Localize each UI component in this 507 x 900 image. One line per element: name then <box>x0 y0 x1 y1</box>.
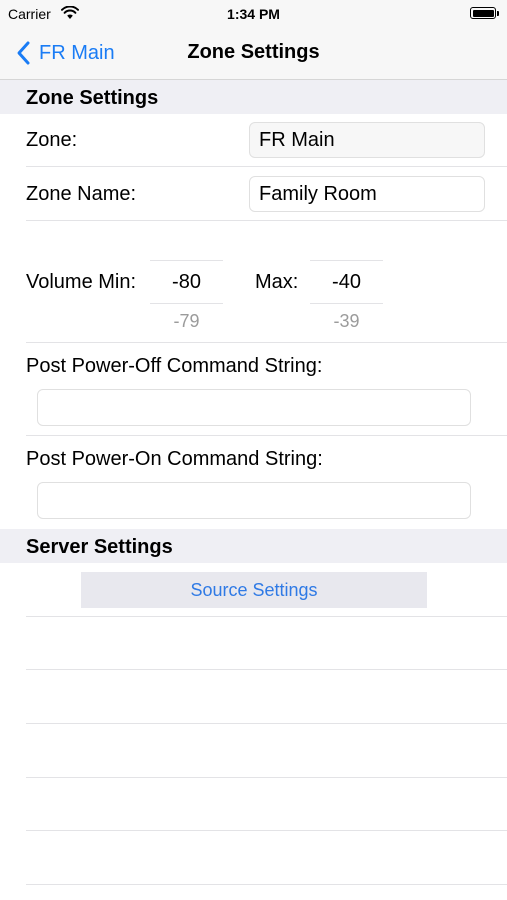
source-settings-button[interactable]: Source Settings <box>81 572 427 608</box>
post-power-on-label: Post Power-On Command String: <box>26 448 323 470</box>
battery-icon <box>470 7 496 19</box>
section-title: Zone Settings <box>26 87 159 109</box>
row-separator <box>26 166 507 167</box>
volume-max-hint: -39 <box>333 311 360 331</box>
row-separator <box>26 435 507 436</box>
post-power-off-label: Post Power-Off Command String: <box>26 355 323 377</box>
status-time: 1:34 PM <box>227 6 280 22</box>
row-separator <box>26 616 507 617</box>
row-separator <box>26 220 507 221</box>
zone-name-field[interactable]: Family Room <box>249 176 485 212</box>
zone-label: Zone: <box>26 129 78 151</box>
volume-min-input[interactable]: -80 <box>150 260 223 304</box>
row-separator <box>26 777 507 778</box>
row-separator <box>26 669 507 670</box>
battery-tip <box>497 11 499 16</box>
row-separator <box>26 342 507 343</box>
section-title: Server Settings <box>26 536 173 558</box>
row-separator <box>26 830 507 831</box>
page-title: Zone Settings <box>187 41 320 63</box>
volume-max-input[interactable]: -40 <box>310 260 383 304</box>
row-separator <box>26 723 507 724</box>
zone-name-label: Zone Name: <box>26 183 137 205</box>
zone-field[interactable]: FR Main <box>249 122 485 158</box>
row-separator <box>26 884 507 885</box>
post-power-on-field[interactable] <box>37 482 471 519</box>
volume-min-hint: -79 <box>173 311 200 331</box>
zone-settings-header: Zone Settings <box>0 80 507 114</box>
post-power-off-field[interactable] <box>37 389 471 426</box>
volume-max-label: Max: <box>255 271 299 293</box>
volume-min-label: Volume Min: <box>26 271 137 293</box>
server-settings-header: Server Settings <box>0 529 507 563</box>
